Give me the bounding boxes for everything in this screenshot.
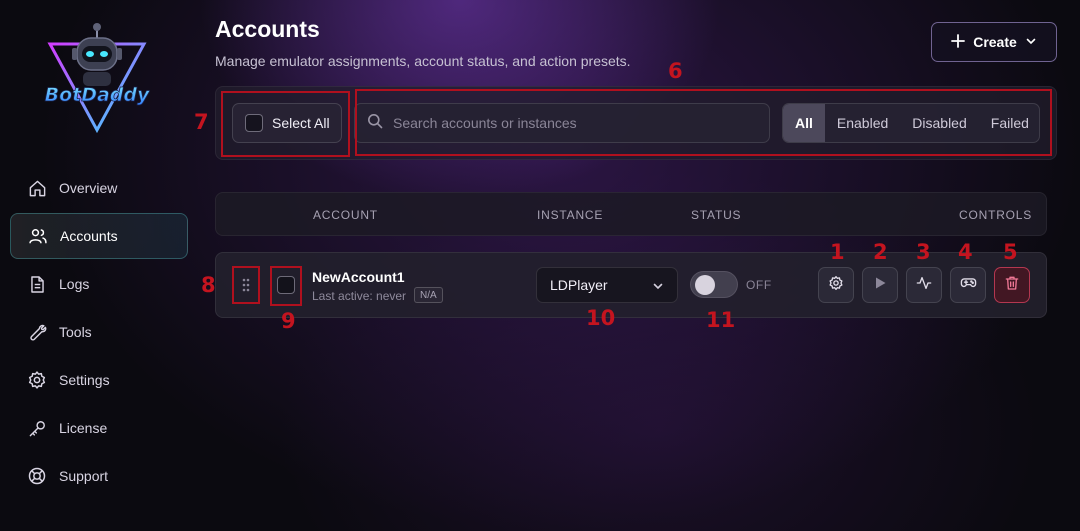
enabled-toggle[interactable] — [690, 271, 738, 298]
sidebar-item-accounts[interactable]: Accounts — [10, 213, 188, 259]
sidebar-item-label: Logs — [59, 276, 90, 292]
filter-tab-failed[interactable]: Failed — [979, 104, 1039, 142]
botdaddy-logo: BotDaddy — [44, 23, 150, 134]
sidebar-item-label: Tools — [59, 324, 92, 340]
column-header-status: STATUS — [691, 208, 742, 222]
select-all-checkbox[interactable]: Select All — [232, 103, 342, 143]
page-subtitle: Manage emulator assignments, account sta… — [215, 53, 631, 69]
sidebar-item-label: Accounts — [60, 228, 118, 244]
play-icon — [873, 276, 887, 295]
annotation-number: 7 — [194, 110, 209, 134]
toggle-knob — [695, 275, 715, 295]
activity-button[interactable] — [906, 267, 942, 303]
create-label: Create — [973, 34, 1017, 50]
gear-icon — [828, 275, 844, 296]
column-header-account: ACCOUNT — [313, 208, 378, 222]
trash-icon — [1004, 275, 1020, 296]
account-settings-button[interactable] — [818, 267, 854, 303]
sidebar-item-label: Overview — [59, 180, 118, 196]
start-button[interactable] — [862, 267, 898, 303]
gamepad-icon — [960, 274, 977, 296]
sidebar-item-support[interactable]: Support — [10, 453, 188, 499]
file-icon — [26, 273, 48, 295]
annotation-number: 10 — [586, 306, 616, 330]
column-header-controls: CONTROLS — [959, 208, 1033, 222]
sidebar-item-overview[interactable]: Overview — [10, 165, 188, 211]
status-filter-tabs: All Enabled Disabled Failed — [782, 103, 1040, 143]
status-badge: N/A — [414, 287, 443, 303]
key-icon — [26, 417, 48, 439]
sidebar-item-settings[interactable]: Settings — [10, 357, 188, 403]
wrench-icon — [26, 321, 48, 343]
search-box[interactable] — [354, 103, 770, 143]
instance-value: LDPlayer — [550, 277, 608, 293]
activity-icon — [916, 275, 932, 296]
sidebar-item-license[interactable]: License — [10, 405, 188, 451]
search-input[interactable] — [393, 115, 753, 131]
table-header: ACCOUNT INSTANCE STATUS CONTROLS — [215, 192, 1047, 236]
annotation-number: 6 — [668, 59, 683, 83]
sidebar-item-tools[interactable]: Tools — [10, 309, 188, 355]
annotation-number: 1 — [830, 240, 845, 264]
last-active-text: Last active: never — [312, 289, 407, 303]
annotation-number: 5 — [1003, 240, 1018, 264]
users-icon — [27, 225, 49, 247]
search-icon — [367, 113, 383, 134]
chevron-down-icon — [652, 279, 664, 295]
lifebuoy-icon — [26, 465, 48, 487]
select-all-label: Select All — [272, 115, 330, 131]
annotation-number: 3 — [916, 240, 931, 264]
chevron-down-icon — [1025, 34, 1037, 50]
annotation-number: 2 — [873, 240, 888, 264]
plus-icon — [951, 33, 966, 51]
sidebar-item-label: Settings — [59, 372, 110, 388]
page-title: Accounts — [215, 16, 320, 42]
sidebar: BotDaddy Overview Accounts Logs Tools Se… — [0, 0, 196, 531]
annotation-number: 4 — [958, 240, 973, 264]
instance-select[interactable]: LDPlayer — [536, 267, 678, 303]
checkbox-icon — [245, 114, 263, 132]
account-name: NewAccount1 — [312, 269, 405, 285]
row-select-checkbox[interactable] — [277, 276, 295, 294]
annotation-number: 11 — [706, 308, 736, 332]
create-button[interactable]: Create — [931, 22, 1057, 62]
gamepad-button[interactable] — [950, 267, 986, 303]
home-icon — [26, 177, 48, 199]
toggle-state-label: OFF — [746, 278, 772, 292]
gear-icon — [26, 369, 48, 391]
annotation-number: 9 — [281, 309, 296, 333]
logo-text: BotDaddy — [45, 84, 150, 106]
delete-button[interactable] — [994, 267, 1030, 303]
column-header-instance: INSTANCE — [537, 208, 604, 222]
filter-tab-all[interactable]: All — [783, 104, 825, 142]
drag-handle-icon[interactable] — [242, 278, 250, 292]
sidebar-item-label: License — [59, 420, 108, 436]
annotation-number: 8 — [201, 273, 216, 297]
sidebar-item-logs[interactable]: Logs — [10, 261, 188, 307]
filter-tab-disabled[interactable]: Disabled — [900, 104, 978, 142]
filter-tab-enabled[interactable]: Enabled — [825, 104, 900, 142]
sidebar-item-label: Support — [59, 468, 109, 484]
